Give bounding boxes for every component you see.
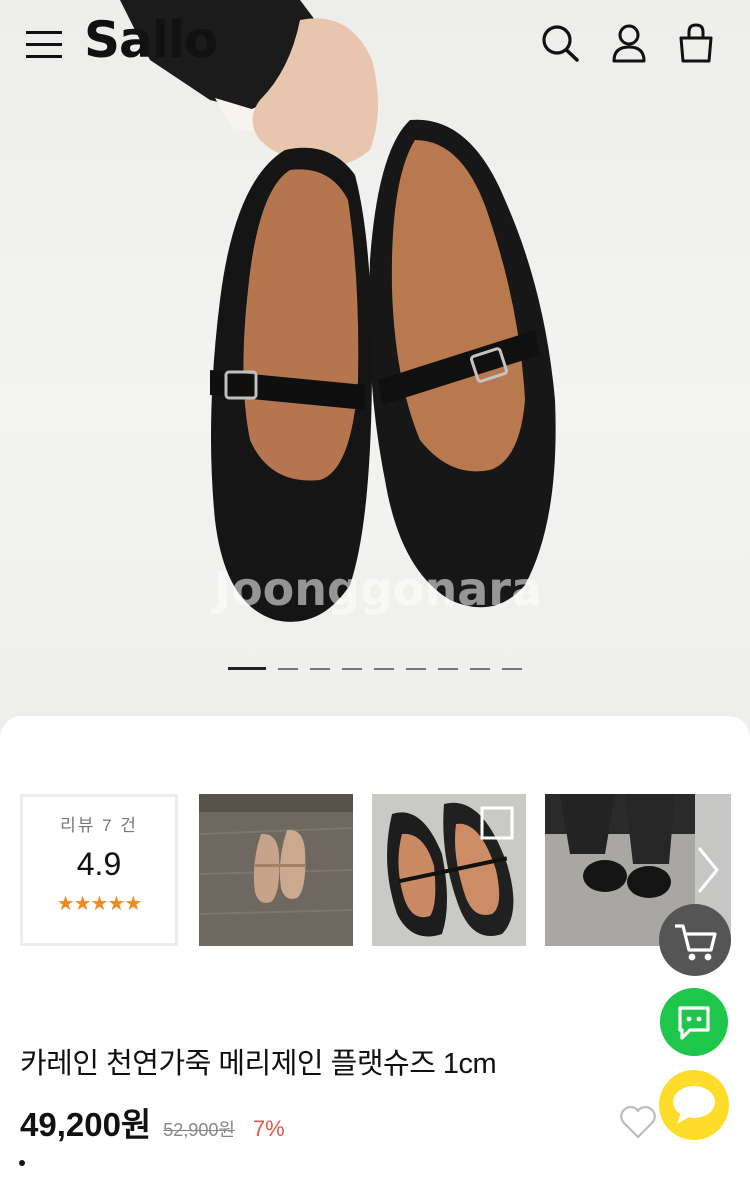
talk-button[interactable] bbox=[660, 988, 728, 1056]
pagination-dot[interactable] bbox=[438, 668, 458, 670]
brand-logo[interactable]: Sallo bbox=[84, 10, 218, 70]
pagination-dot[interactable] bbox=[342, 668, 362, 670]
photo-beige-shoes bbox=[199, 794, 353, 946]
sale-price: 49,200원 bbox=[20, 1106, 152, 1143]
cart-icon bbox=[675, 924, 717, 961]
pagination-dot[interactable] bbox=[470, 668, 490, 670]
cart-button[interactable] bbox=[659, 904, 731, 976]
list-bullet bbox=[19, 1160, 25, 1166]
search-icon[interactable] bbox=[540, 22, 580, 64]
product-photo: Joonggonara bbox=[120, 0, 556, 622]
review-summary-card[interactable]: 리뷰 7 건 4.9 ★★★★★ bbox=[20, 794, 178, 946]
chat-button[interactable] bbox=[659, 1070, 729, 1140]
pagination-dot-active[interactable] bbox=[228, 667, 266, 670]
product-title: 카레인 천연가죽 메리제인 플랫슈즈 1cm bbox=[20, 1048, 497, 1080]
review-count-label: 리뷰 7 건 bbox=[60, 816, 138, 835]
product-image-gallery[interactable]: Joonggonara Sallo bbox=[0, 0, 750, 740]
speech-bubble-icon bbox=[673, 1086, 715, 1124]
watermark-text: Joonggonara bbox=[211, 562, 542, 616]
pagination-dot[interactable] bbox=[374, 668, 394, 670]
price-row: 49,200원 52,900원 7% bbox=[20, 1098, 285, 1146]
review-photo-thumbnail[interactable] bbox=[199, 794, 353, 946]
photo-black-shoes bbox=[372, 794, 526, 946]
chevron-right-icon[interactable] bbox=[693, 844, 723, 896]
pagination-dot[interactable] bbox=[406, 668, 426, 670]
gallery-pagination bbox=[0, 667, 750, 670]
discount-rate: 7% bbox=[252, 1116, 285, 1141]
pagination-dot[interactable] bbox=[310, 668, 330, 670]
pagination-dot[interactable] bbox=[502, 668, 522, 670]
star-rating: ★★★★★ bbox=[56, 891, 143, 915]
review-photo-thumbnail[interactable] bbox=[372, 794, 526, 946]
user-icon[interactable] bbox=[609, 22, 649, 64]
original-price: 52,900원 bbox=[163, 1120, 235, 1140]
heart-icon[interactable] bbox=[618, 1104, 658, 1140]
review-score: 4.9 bbox=[76, 846, 122, 882]
hamburger-menu-icon[interactable] bbox=[24, 26, 64, 62]
shopping-bag-icon[interactable] bbox=[676, 22, 716, 64]
pagination-dot[interactable] bbox=[278, 668, 298, 670]
talk-icon bbox=[678, 1006, 710, 1040]
